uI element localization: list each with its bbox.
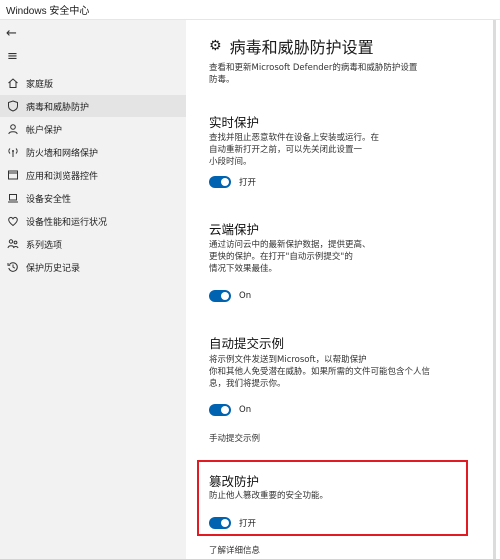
toggle-row-sample: On [209,404,251,416]
section-desc-cloud: 通过访问云中的最新保护数据，提供更高、 更快的保护。在打开"自动示例提交"的 情… [209,240,371,274]
sidebar-item-label: 设备性能和运行状况 [26,217,108,228]
section-title-sample: 自动提交示例 [209,336,285,351]
person-icon [6,122,20,136]
sidebar-item-device-security[interactable]: 设备安全性 [0,187,186,209]
sidebar-item-app-browser[interactable]: 应用和浏览器控件 [0,164,186,186]
sidebar-item-virus-protection[interactable]: 病毒和威胁防护 [0,95,186,117]
window-title: Windows 安全中心 [6,6,90,17]
gear-icon: ⚙ [209,38,222,54]
sidebar-item-family[interactable]: 系列选项 [0,233,186,255]
highlight-box [197,460,468,536]
section-title-cloud: 云端保护 [209,222,260,237]
sidebar-item-home[interactable]: 家庭版 [0,72,186,94]
sidebar-item-device-performance[interactable]: 设备性能和运行状况 [0,210,186,232]
back-arrow-icon[interactable]: ← [6,26,22,42]
hamburger-menu-icon[interactable]: ≡ [7,50,23,63]
family-icon [6,237,20,251]
manual-submit-link[interactable]: 手动提交示例 [209,432,260,444]
sidebar-item-label: 防火墙和网络保护 [26,148,99,159]
antenna-icon [6,145,20,159]
sidebar: ← ≡ 家庭版 病毒和威胁防护 帐户保护 防火墙和网络保护 应用和浏览器控件 设… [0,20,186,559]
window-titlebar: Windows 安全中心 [0,0,500,20]
section-desc-sample: 将示例文件发送到Microsoft，以帮助保护 你和其他人免受潜在威胁。如果所需… [209,355,431,389]
sidebar-item-label: 设备安全性 [26,194,72,205]
page-title: ⚙ 病毒和威胁防护设置 [209,34,374,58]
section-title-realtime: 实时保护 [209,115,260,130]
sample-submission-toggle[interactable] [209,404,231,416]
window-icon [6,168,20,182]
page-title-text: 病毒和威胁防护设置 [229,38,374,57]
toggle-label: 打开 [239,178,257,188]
sidebar-item-label: 家庭版 [26,79,54,90]
sidebar-item-account[interactable]: 帐户保护 [0,118,186,140]
sidebar-item-label: 系列选项 [26,240,63,251]
heart-icon [6,214,20,228]
scrollbar[interactable] [490,20,500,559]
page-description: 查看和更新Microsoft Defender的病毒和威胁防护设置 防毒。 [209,63,418,85]
sidebar-item-history[interactable]: 保护历史记录 [0,256,186,278]
realtime-protection-toggle[interactable] [209,176,231,188]
toggle-row-realtime: 打开 [209,176,256,188]
laptop-icon [6,191,20,205]
shield-icon [6,99,20,113]
learn-more-link[interactable]: 了解详细信息 [209,544,260,556]
home-icon [6,76,20,90]
sidebar-item-label: 应用和浏览器控件 [26,171,99,182]
section-desc-realtime: 查找并阻止恶意软件在设备上安装或运行。在 自动重新打开之前，可以先关闭此设置一 … [209,133,380,167]
toggle-label: On [239,405,252,415]
sidebar-item-label: 保护历史记录 [26,263,81,274]
history-icon [6,260,20,274]
scrollbar-thumb[interactable] [493,20,496,559]
toggle-row-cloud: On [209,290,251,302]
sidebar-item-label: 帐户保护 [26,125,63,136]
sidebar-item-label: 病毒和威胁防护 [26,102,90,113]
sidebar-item-firewall[interactable]: 防火墙和网络保护 [0,141,186,163]
cloud-protection-toggle[interactable] [209,290,231,302]
toggle-label: On [239,291,252,301]
